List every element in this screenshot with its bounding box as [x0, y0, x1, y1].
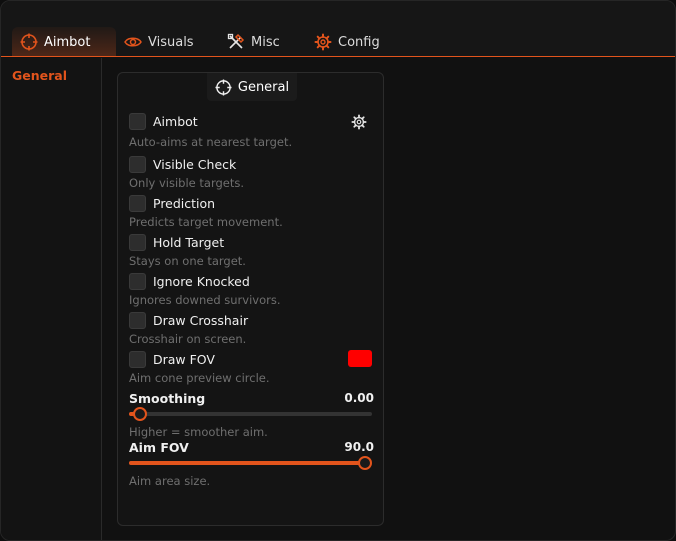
tab-aimbot[interactable]: Aimbot [12, 27, 116, 57]
aimbot-checkbox[interactable] [129, 113, 146, 130]
option-label: Hold Target [153, 235, 225, 250]
option-description: Ignores downed survivors. [129, 293, 281, 307]
slider-value: 90.0 [344, 440, 374, 454]
tools-icon [227, 33, 245, 49]
ignore-knocked-checkbox[interactable] [129, 273, 146, 290]
option-label: Draw FOV [153, 352, 215, 367]
slider-value: 0.00 [344, 391, 374, 405]
slider-handle[interactable] [132, 407, 147, 421]
option-label: Prediction [153, 196, 216, 211]
slider-label: Aim FOV [129, 440, 189, 455]
slider-description: Aim area size. [129, 474, 211, 488]
option-label: Ignore Knocked [153, 274, 250, 289]
eye-icon [124, 37, 142, 47]
sidebar-item-general[interactable]: General [12, 68, 67, 83]
settings-gear-icon[interactable] [351, 114, 367, 130]
tab-config[interactable]: Config [314, 27, 380, 57]
sidebar: General [1, 58, 102, 540]
option-description: Crosshair on screen. [129, 332, 247, 346]
slider-track[interactable] [129, 456, 372, 470]
option-description: Auto-aims at nearest target. [129, 135, 293, 149]
gear-icon [314, 33, 332, 51]
tab-label: Config [338, 34, 380, 50]
general-panel: General Aimbot Auto-aims at nearest targ… [117, 72, 384, 526]
slider-description: Higher = smoother aim. [129, 425, 268, 439]
tab-label: Visuals [148, 34, 194, 50]
slider-fill [129, 461, 365, 465]
option-label: Draw Crosshair [153, 313, 249, 328]
tab-label: Aimbot [44, 34, 91, 50]
option-description: Predicts target movement. [129, 215, 283, 229]
slider-handle[interactable] [357, 456, 372, 470]
prediction-checkbox[interactable] [129, 195, 146, 212]
option-description: Stays on one target. [129, 254, 246, 268]
visible-check-checkbox[interactable] [129, 156, 146, 173]
option-description: Only visible targets. [129, 176, 245, 190]
crosshair-icon [20, 33, 38, 51]
tab-misc[interactable]: Misc [227, 27, 280, 57]
hold-target-checkbox[interactable] [129, 234, 146, 251]
slider-label: Smoothing [129, 391, 206, 406]
option-description: Aim cone preview circle. [129, 371, 270, 385]
crosshair-icon [215, 78, 232, 96]
tab-visuals[interactable]: Visuals [124, 27, 194, 57]
slider-track[interactable] [129, 407, 372, 421]
panel-header: General [207, 73, 297, 101]
draw-crosshair-checkbox[interactable] [129, 312, 146, 329]
tab-label: Misc [251, 34, 280, 50]
fov-color-swatch[interactable] [348, 350, 372, 367]
panel-title: General [237, 79, 290, 95]
option-label: Visible Check [153, 157, 237, 172]
app-window: Aimbot Visuals Misc Config General Gener… [0, 0, 676, 541]
draw-fov-checkbox[interactable] [129, 351, 146, 368]
tab-bar: Aimbot Visuals Misc Config [1, 1, 675, 57]
option-label: Aimbot [153, 114, 198, 129]
